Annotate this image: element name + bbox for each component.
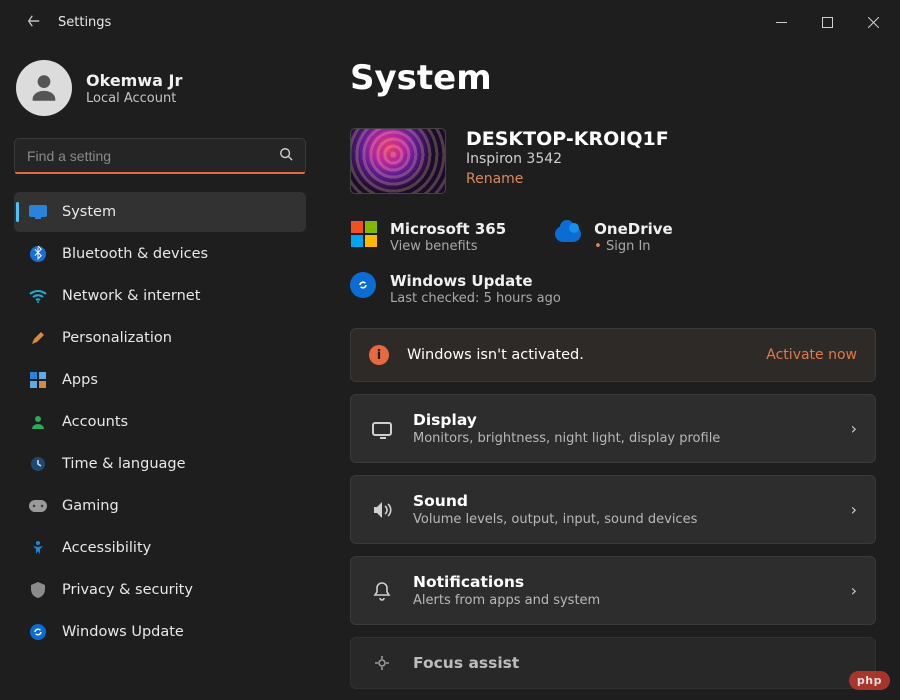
rename-link[interactable]: Rename — [466, 171, 523, 187]
window-title: Settings — [58, 15, 111, 30]
card-focus-assist[interactable]: Focus assist — [350, 637, 876, 689]
window-controls — [758, 6, 896, 38]
search-box[interactable] — [14, 138, 306, 174]
onedrive-block[interactable]: OneDrive Sign In — [554, 220, 673, 254]
paintbrush-icon — [28, 328, 48, 348]
sidebar-item-time[interactable]: Time & language — [14, 444, 306, 484]
windows-update-block[interactable]: Windows Update Last checked: 5 hours ago — [350, 272, 876, 306]
update-sub: Last checked: 5 hours ago — [390, 291, 561, 306]
profile-block[interactable]: Okemwa Jr Local Account — [16, 60, 306, 116]
update-title: Windows Update — [390, 272, 561, 290]
sidebar-item-label: Windows Update — [62, 624, 184, 640]
search-input[interactable] — [27, 148, 279, 164]
cloud-row: Microsoft 365 View benefits OneDrive Sig… — [350, 220, 876, 254]
card-notifications[interactable]: Notifications Alerts from apps and syste… — [350, 556, 876, 625]
sidebar-item-label: Apps — [62, 372, 98, 388]
info-icon: i — [369, 345, 389, 365]
chevron-right-icon: › — [851, 500, 857, 519]
card-sound[interactable]: Sound Volume levels, output, input, soun… — [350, 475, 876, 544]
gaming-icon — [28, 496, 48, 516]
device-model: Inspiron 3542 — [466, 151, 669, 167]
activation-text: Windows isn't activated. — [407, 347, 584, 363]
close-button[interactable] — [850, 6, 896, 38]
bluetooth-icon — [28, 244, 48, 264]
card-title: Display — [413, 411, 720, 429]
sidebar-item-label: Bluetooth & devices — [62, 246, 208, 262]
titlebar: Settings — [0, 0, 900, 44]
main-content: System DESKTOP-KROIQ1F Inspiron 3542 Ren… — [320, 44, 900, 700]
ms365-block[interactable]: Microsoft 365 View benefits — [350, 220, 506, 254]
device-name: DESKTOP-KROIQ1F — [466, 128, 669, 150]
bell-icon — [369, 581, 395, 601]
card-title: Sound — [413, 492, 697, 510]
sidebar-item-label: Network & internet — [62, 288, 200, 304]
sidebar-item-accessibility[interactable]: Accessibility — [14, 528, 306, 568]
sidebar-item-label: Time & language — [62, 456, 186, 472]
sidebar-item-accounts[interactable]: Accounts — [14, 402, 306, 442]
minimize-button[interactable] — [758, 6, 804, 38]
update-circle-icon — [350, 272, 376, 298]
profile-name: Okemwa Jr — [86, 71, 182, 90]
activation-banner: i Windows isn't activated. Activate now — [350, 328, 876, 382]
system-icon — [28, 202, 48, 222]
ms365-sub[interactable]: View benefits — [390, 239, 506, 254]
sidebar-item-label: Privacy & security — [62, 582, 193, 598]
sidebar-item-update[interactable]: Windows Update — [14, 612, 306, 652]
card-sub: Monitors, brightness, night light, displ… — [413, 431, 720, 446]
onedrive-icon — [554, 220, 582, 248]
shield-icon — [28, 580, 48, 600]
nav-list: System Bluetooth & devices Network & int… — [14, 192, 306, 652]
display-icon — [369, 422, 395, 436]
sidebar-item-system[interactable]: System — [14, 192, 306, 232]
avatar — [16, 60, 72, 116]
onedrive-sub[interactable]: Sign In — [594, 239, 673, 254]
focus-icon — [369, 654, 395, 672]
chevron-right-icon: › — [851, 419, 857, 438]
sidebar-item-network[interactable]: Network & internet — [14, 276, 306, 316]
wifi-icon — [28, 286, 48, 306]
sidebar-item-label: Gaming — [62, 498, 119, 514]
card-sub: Alerts from apps and system — [413, 593, 600, 608]
update-icon — [28, 622, 48, 642]
card-sub: Volume levels, output, input, sound devi… — [413, 512, 697, 527]
maximize-button[interactable] — [804, 6, 850, 38]
profile-subtitle: Local Account — [86, 91, 182, 106]
sidebar-item-label: System — [62, 204, 116, 220]
card-title: Focus assist — [413, 654, 519, 672]
sidebar-item-gaming[interactable]: Gaming — [14, 486, 306, 526]
ms365-title: Microsoft 365 — [390, 220, 506, 238]
sidebar-item-privacy[interactable]: Privacy & security — [14, 570, 306, 610]
onedrive-title: OneDrive — [594, 220, 673, 238]
accessibility-icon — [28, 538, 48, 558]
search-icon — [279, 147, 293, 165]
sidebar-item-label: Accounts — [62, 414, 128, 430]
sidebar-item-personalization[interactable]: Personalization — [14, 318, 306, 358]
desktop-wallpaper-thumb[interactable] — [350, 128, 446, 194]
microsoft-icon — [350, 220, 378, 248]
chevron-right-icon: › — [851, 581, 857, 600]
sidebar-item-bluetooth[interactable]: Bluetooth & devices — [14, 234, 306, 274]
back-button[interactable] — [20, 13, 48, 32]
watermark-badge: php — [849, 671, 890, 690]
device-block: DESKTOP-KROIQ1F Inspiron 3542 Rename — [350, 128, 876, 194]
sound-icon — [369, 501, 395, 519]
sidebar: Okemwa Jr Local Account System Bluetooth… — [0, 44, 320, 700]
sidebar-item-label: Accessibility — [62, 540, 151, 556]
page-title: System — [350, 58, 876, 98]
card-display[interactable]: Display Monitors, brightness, night ligh… — [350, 394, 876, 463]
clock-icon — [28, 454, 48, 474]
activate-now-link[interactable]: Activate now — [766, 347, 857, 363]
sidebar-item-apps[interactable]: Apps — [14, 360, 306, 400]
card-title: Notifications — [413, 573, 600, 591]
apps-icon — [28, 370, 48, 390]
sidebar-item-label: Personalization — [62, 330, 172, 346]
accounts-icon — [28, 412, 48, 432]
